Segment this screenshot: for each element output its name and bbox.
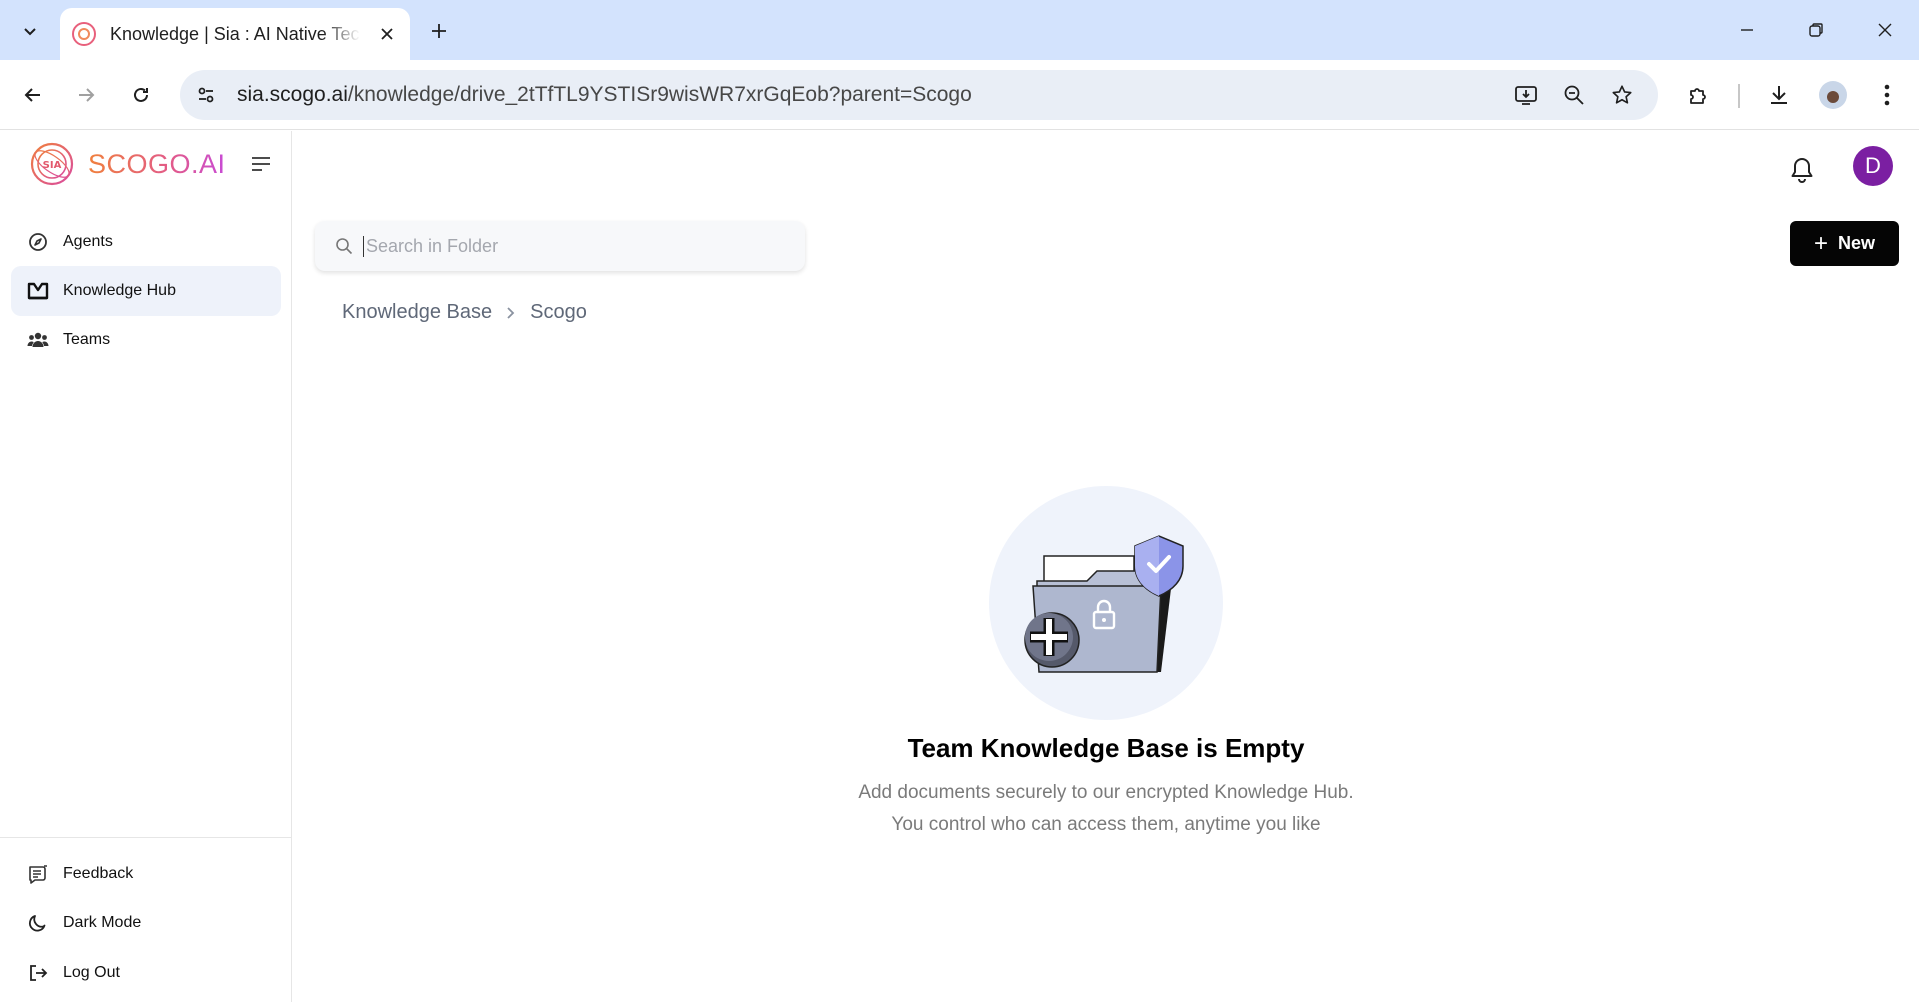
sidebar-item-label: Teams: [63, 331, 111, 348]
empty-folder-illustration: [989, 486, 1223, 720]
download-icon: [1771, 86, 1787, 104]
folder-search: [315, 221, 805, 271]
user-avatar[interactable]: D: [1853, 146, 1893, 186]
sidebar-item-dark-mode[interactable]: Dark Mode: [11, 898, 281, 948]
url-text: sia.scogo.ai/knowledge/drive_2tTfTL9YSTI…: [237, 83, 972, 107]
sidebar-divider: [0, 837, 292, 838]
toolbar-divider: [1738, 84, 1740, 108]
address-bar[interactable]: sia.scogo.ai/knowledge/drive_2tTfTL9YSTI…: [180, 70, 1658, 120]
sidebar-item-agents[interactable]: Agents: [11, 217, 281, 267]
sidebar-item-label: Feedback: [63, 865, 134, 882]
menu-lines-icon: [252, 157, 270, 171]
compass-icon: [27, 231, 49, 253]
close-window-button[interactable]: [1862, 12, 1908, 48]
sidebar-item-label: Agents: [63, 233, 113, 250]
new-button[interactable]: + New: [1790, 221, 1899, 266]
tab-search-button[interactable]: [10, 11, 50, 51]
tab-close-button[interactable]: [376, 23, 398, 45]
browser-tab-strip: Knowledge | Sia : AI Native Tech: [0, 0, 1919, 60]
url-host: sia.scogo.ai: [237, 83, 348, 106]
breadcrumb-item-knowledge-base[interactable]: Knowledge Base: [342, 301, 492, 324]
brand-name: SCOGO.AI: [88, 148, 226, 179]
sidebar-item-teams[interactable]: Teams: [11, 315, 281, 365]
browser-toolbar: sia.scogo.ai/knowledge/drive_2tTfTL9YSTI…: [0, 60, 1919, 130]
arrow-right-icon: [79, 88, 95, 102]
collapse-sidebar-button[interactable]: [248, 151, 274, 177]
restore-button[interactable]: [1793, 12, 1839, 48]
sidebar: SIA SCOGO.AI Agents Knowledge Hub Teams …: [0, 131, 292, 1002]
zoom-button[interactable]: [1556, 77, 1592, 113]
puzzle-icon: [1690, 88, 1706, 104]
plus-icon: +: [1813, 229, 1828, 257]
empty-state-line-2: You control who can access them, anytime…: [891, 814, 1321, 835]
minimize-icon: [1741, 29, 1753, 31]
favicon-icon: [72, 22, 96, 46]
sidebar-item-feedback[interactable]: Feedback: [11, 849, 281, 899]
empty-state-line-1: Add documents securely to our encrypted …: [858, 782, 1354, 803]
new-tab-button[interactable]: [422, 14, 456, 48]
restore-icon: [1809, 23, 1823, 37]
search-icon: [336, 238, 353, 255]
url-path: /knowledge/drive_2tTfTL9YSTISr9wisWR7xrG…: [347, 83, 972, 106]
brand-logo-link[interactable]: SIA SCOGO.AI: [30, 141, 226, 187]
profile-button[interactable]: [1814, 76, 1852, 114]
zoom-out-icon: [1564, 85, 1584, 105]
reload-button[interactable]: [122, 76, 160, 114]
install-app-button[interactable]: [1508, 77, 1544, 113]
sia-logo-icon: SIA: [30, 142, 74, 186]
star-icon: [1612, 85, 1632, 104]
arrow-left-icon: [24, 88, 40, 102]
minimize-button[interactable]: [1724, 12, 1770, 48]
svg-text:SIA: SIA: [43, 160, 62, 171]
more-vertical-icon: [1884, 84, 1890, 106]
browser-tab-active[interactable]: Knowledge | Sia : AI Native Tech: [60, 8, 410, 60]
close-icon: [381, 28, 393, 40]
main-content: D + New Knowledge Base Scogo: [293, 131, 1919, 1002]
breadcrumb-item-current[interactable]: Scogo: [530, 301, 587, 324]
install-icon: [1515, 86, 1537, 105]
chevron-down-icon: [24, 28, 36, 36]
sidebar-item-knowledge-hub[interactable]: Knowledge Hub: [11, 266, 281, 316]
moon-icon: [27, 912, 49, 934]
forward-button[interactable]: [67, 76, 105, 114]
sidebar-item-log-out[interactable]: Log Out: [11, 948, 281, 998]
teams-icon: [27, 329, 49, 351]
logout-icon: [27, 962, 49, 984]
plus-icon: [432, 24, 446, 38]
search-input[interactable]: [363, 235, 783, 257]
tune-icon: [198, 87, 214, 103]
breadcrumb: Knowledge Base Scogo: [342, 301, 587, 324]
extensions-button[interactable]: [1680, 76, 1718, 114]
empty-state-title: Team Knowledge Base is Empty: [907, 733, 1305, 763]
feedback-icon: [27, 863, 49, 885]
close-icon: [1878, 23, 1892, 37]
sidebar-item-label: Log Out: [63, 964, 120, 981]
sidebar-item-label: Knowledge Hub: [63, 282, 176, 299]
notifications-button[interactable]: [1783, 151, 1821, 189]
downloads-button[interactable]: [1760, 76, 1798, 114]
empty-state-description: Add documents securely to our encrypted …: [293, 777, 1919, 841]
reload-icon: [134, 87, 148, 102]
sidebar-item-label: Dark Mode: [63, 914, 142, 931]
chevron-right-icon: [506, 306, 516, 320]
bookmark-button[interactable]: [1604, 77, 1640, 113]
profile-avatar: [1819, 81, 1847, 109]
new-button-label: New: [1838, 233, 1876, 253]
tab-title: Knowledge | Sia : AI Native Tech: [110, 23, 360, 44]
site-info-button[interactable]: [188, 77, 224, 113]
back-button[interactable]: [14, 76, 52, 114]
browser-menu-button[interactable]: [1868, 76, 1906, 114]
knowledge-hub-icon: [27, 280, 49, 302]
bell-icon: [1791, 158, 1813, 183]
